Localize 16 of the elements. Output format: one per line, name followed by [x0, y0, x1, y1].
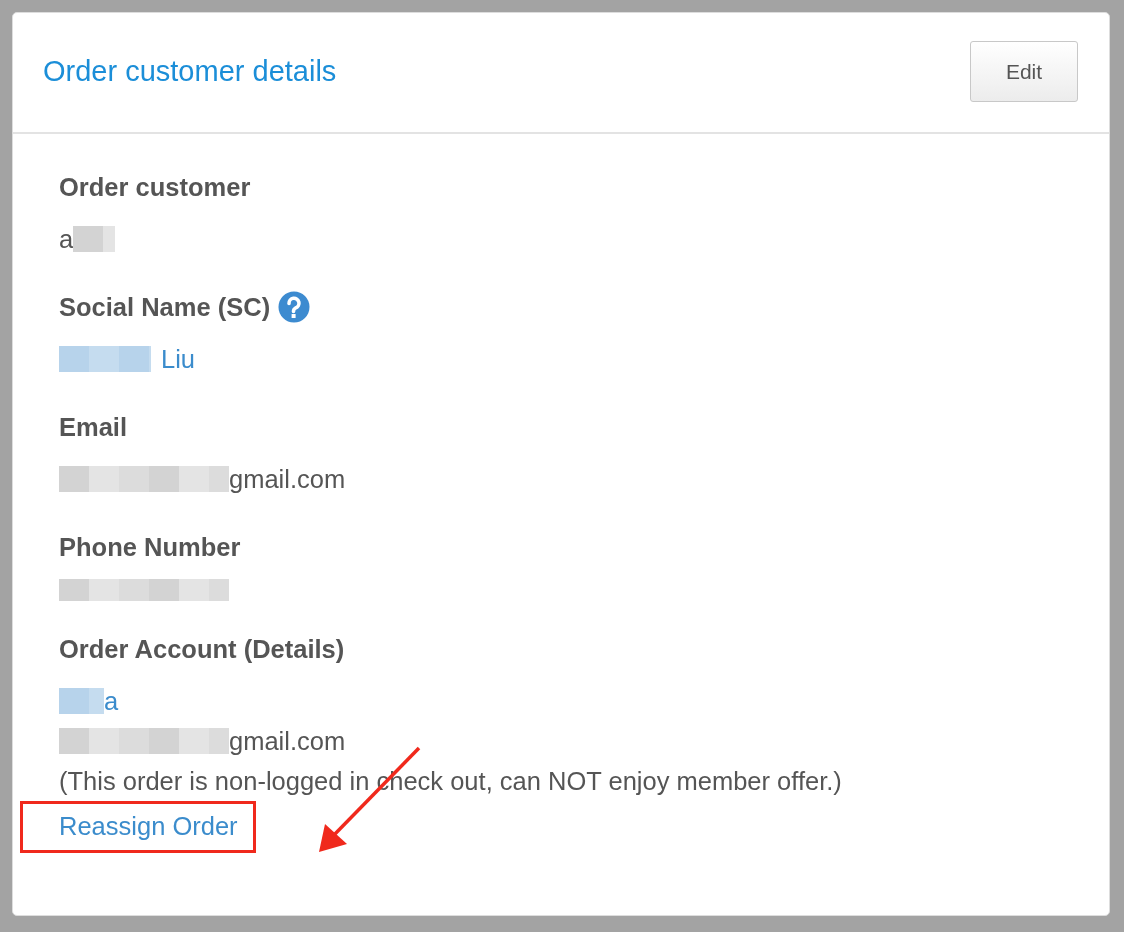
- redaction-block: [59, 688, 104, 714]
- account-link[interactable]: Liu: [161, 339, 196, 379]
- field-label: Social Name (SC): [59, 292, 271, 323]
- field-label: Phone Number: [59, 532, 241, 563]
- account-link[interactable]: a: [104, 681, 119, 721]
- value-text: gmail.com: [229, 464, 346, 495]
- redaction-block: [73, 226, 116, 252]
- value-text: gmail.com: [229, 726, 346, 757]
- edit-button[interactable]: Edit: [970, 41, 1078, 102]
- reassign-order-link[interactable]: Reassign Order: [59, 812, 238, 840]
- field-label: Order Account (Details): [59, 634, 345, 665]
- value-text: a: [59, 224, 74, 255]
- help-icon[interactable]: [278, 291, 311, 323]
- card-title: Order customer details: [43, 55, 337, 88]
- field-label: Order customer: [59, 172, 251, 203]
- field-label: Email: [59, 412, 128, 443]
